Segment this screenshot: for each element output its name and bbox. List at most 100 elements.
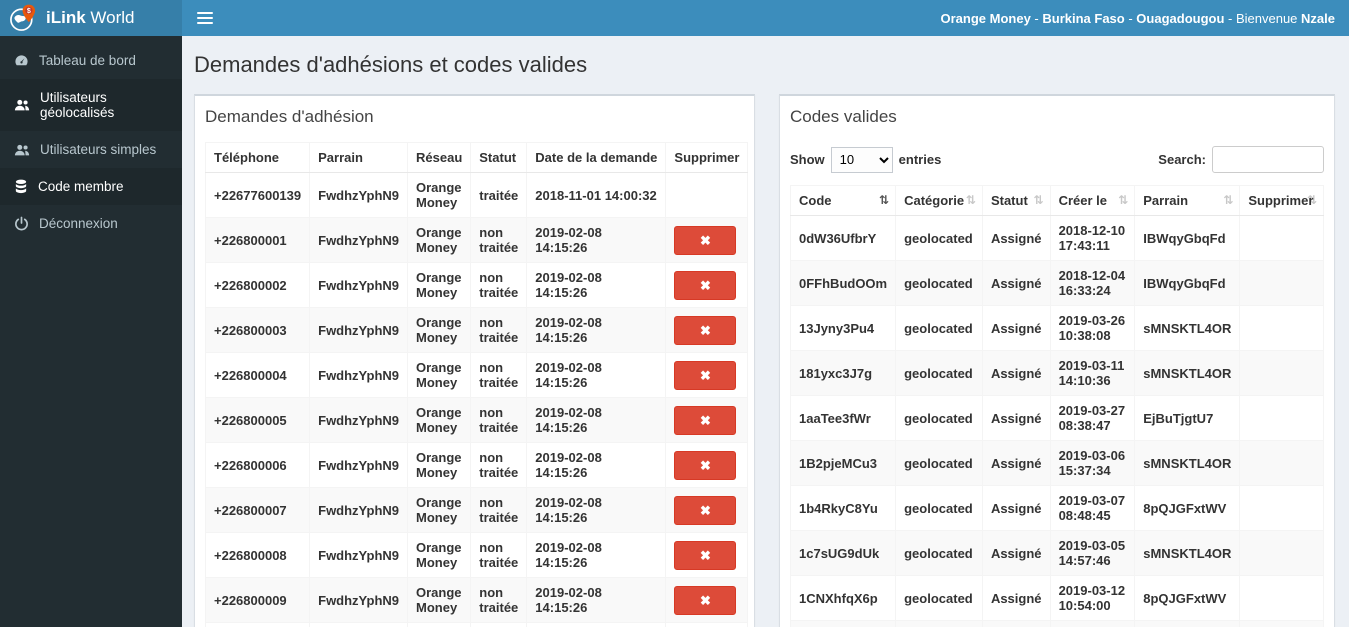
date-cell: 2019-02-08 14:15:26 — [526, 217, 667, 263]
sortable-column-header[interactable]: ⇅ Statut — [981, 185, 1051, 216]
phone-cell: +226800006 — [204, 442, 311, 488]
statut-cell: Assigné — [981, 215, 1051, 261]
statut-cell: non traitée — [470, 262, 528, 308]
column-header: Supprimer — [665, 142, 749, 173]
categorie-cell: geolocated — [895, 260, 983, 306]
table-row: +226800004 FwdhzYphN9 Orange Money non t… — [204, 352, 749, 398]
dashboard-icon — [14, 53, 29, 68]
cree-le-cell: 2018-12-10 17:43:11 — [1049, 215, 1136, 261]
reseau-cell: Orange Money — [407, 442, 472, 488]
sort-icon: ⇅ — [879, 193, 890, 207]
statut-cell: non traitée — [470, 622, 528, 627]
phone-cell: +226800002 — [204, 262, 311, 308]
delete-request-button[interactable]: ✖ — [674, 450, 737, 480]
code-cell: 13Jyny3Pu4 — [789, 305, 897, 351]
phone-cell: +226800009 — [204, 577, 311, 623]
delete-request-button[interactable]: ✖ — [674, 585, 737, 615]
supprimer-cell — [1239, 575, 1324, 621]
table-row: +226800008 FwdhzYphN9 Orange Money non t… — [204, 532, 749, 578]
show-label: Show — [790, 152, 825, 167]
date-cell: 2019-02-08 14:15:26 — [526, 622, 667, 627]
statut-cell: Assigné — [981, 305, 1051, 351]
phone-cell: +226800004 — [204, 352, 311, 398]
sidebar: $ iLink World Tableau de bord Utilisateu… — [0, 0, 182, 627]
parrain-cell: FwdhzYphN9 — [309, 622, 409, 627]
parrain-cell: FwdhzYphN9 — [309, 217, 409, 263]
cree-le-cell: 2019-03-05 14:57:46 — [1049, 530, 1136, 576]
delete-request-button[interactable]: ✖ — [674, 540, 737, 570]
sortable-column-header[interactable]: ⇅ Parrain — [1134, 185, 1241, 216]
entries-select[interactable]: 10 — [830, 146, 893, 173]
delete-request-button[interactable]: ✖ — [674, 270, 737, 300]
column-header: Téléphone — [204, 142, 311, 173]
reseau-cell: Orange Money — [407, 217, 472, 263]
statut-cell: non traitée — [470, 487, 528, 533]
sidebar-item-utilisateurs-geolocalises[interactable]: Utilisateurs géolocalisés — [0, 79, 182, 131]
table-row: +226800001 FwdhzYphN9 Orange Money non t… — [204, 217, 749, 263]
table-row: 13Jyny3Pu4 geolocated Assigné 2019-03-26… — [789, 305, 1324, 351]
parrain-cell: FwdhzYphN9 — [309, 397, 409, 443]
delete-request-button[interactable]: ✖ — [674, 405, 737, 435]
parrain-cell: sMNSKTL4OR — [1134, 530, 1241, 576]
parrain-cell: 8pQJGFxtWV — [1134, 575, 1241, 621]
table-row: +226800002 FwdhzYphN9 Orange Money non t… — [204, 262, 749, 308]
table-row: 1CNXhfqX6p geolocated Assigné 2019-03-12… — [789, 575, 1324, 621]
sidebar-item-utilisateurs-simples[interactable]: Utilisateurs simples — [0, 131, 182, 168]
delete-request-button[interactable]: ✖ — [674, 360, 737, 390]
app-logo[interactable]: $ iLink World — [0, 0, 182, 36]
sortable-column-header[interactable]: ⇅ Catégorie — [895, 185, 983, 216]
parrain-cell: 8pQJGFxtWV — [1134, 485, 1241, 531]
database-icon — [14, 179, 28, 194]
cree-le-cell: 2018-12-04 16:33:24 — [1049, 260, 1136, 306]
code-cell: 0dW36UfbrY — [789, 215, 897, 261]
sidebar-item-label: Code membre — [38, 179, 124, 194]
delete-request-button[interactable]: ✖ — [674, 225, 737, 255]
reseau-cell: Orange Money — [407, 352, 472, 398]
table-row: +226800009 FwdhzYphN9 Orange Money non t… — [204, 577, 749, 623]
sidebar-item-label: Tableau de bord — [39, 53, 136, 68]
delete-request-button[interactable]: ✖ — [674, 495, 737, 525]
code-cell: 1c7sUG9dUk — [789, 530, 897, 576]
statut-cell: Assigné — [981, 440, 1051, 486]
statut-cell: Assigné — [981, 350, 1051, 396]
parrain-cell: EjBuTjgtU7 — [1134, 395, 1241, 441]
sortable-column-header[interactable]: ⇅ Code — [789, 185, 897, 216]
svg-text:$: $ — [27, 7, 31, 15]
categorie-cell: geolocated — [895, 305, 983, 351]
supprimer-cell — [1239, 530, 1324, 576]
sidebar-toggle-button[interactable] — [182, 0, 228, 36]
content-area: Demandes d'adhésions et codes valides De… — [182, 36, 1349, 627]
table-row: 1d9CDtc4mv geolocated Assigné 2019-03-22… — [789, 620, 1324, 627]
parrain-cell: FwdhzYphN9 — [309, 577, 409, 623]
table-row: +226800003 FwdhzYphN9 Orange Money non t… — [204, 307, 749, 353]
sortable-column-header[interactable]: ⇅ Supprimer — [1239, 185, 1324, 216]
categorie-cell: geolocated — [895, 440, 983, 486]
statut-cell: Assigné — [981, 620, 1051, 627]
sidebar-item-code-membre[interactable]: Code membre — [0, 168, 182, 205]
x-icon: ✖ — [699, 457, 711, 473]
delete-request-button[interactable]: ✖ — [674, 315, 737, 345]
statut-cell: non traitée — [470, 577, 528, 623]
categorie-cell: geolocated — [895, 215, 983, 261]
x-icon: ✖ — [699, 547, 711, 563]
supprimer-cell — [1239, 260, 1324, 306]
sortable-column-header[interactable]: ⇅ Créer le — [1049, 185, 1136, 216]
table-row: +226800005 FwdhzYphN9 Orange Money non t… — [204, 397, 749, 443]
sidebar-item-deconnexion[interactable]: Déconnexion — [0, 205, 182, 242]
cree-le-cell: 2019-03-22 08:45:22 — [1049, 620, 1136, 627]
table-row: 181yxc3J7g geolocated Assigné 2019-03-11… — [789, 350, 1324, 396]
statut-cell: Assigné — [981, 395, 1051, 441]
panel-title: Codes valides — [790, 107, 897, 126]
reseau-cell: Orange Money — [407, 307, 472, 353]
x-icon: ✖ — [699, 412, 711, 428]
supprimer-cell — [1239, 305, 1324, 351]
reseau-cell: Orange Money — [407, 397, 472, 443]
users-icon — [14, 143, 30, 157]
sidebar-item-tableau-de-bord[interactable]: Tableau de bord — [0, 42, 182, 79]
welcome-text: Orange Money - Burkina Faso - Ouagadougo… — [940, 10, 1335, 26]
sidebar-item-label: Utilisateurs simples — [40, 142, 157, 157]
search-input[interactable] — [1212, 146, 1324, 173]
table-row: 1c7sUG9dUk geolocated Assigné 2019-03-05… — [789, 530, 1324, 576]
statut-cell: non traitée — [470, 307, 528, 353]
supprimer-cell — [1239, 620, 1324, 627]
